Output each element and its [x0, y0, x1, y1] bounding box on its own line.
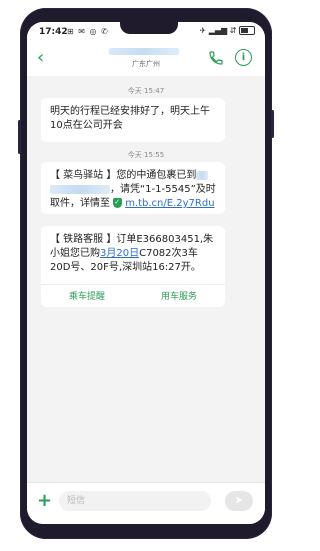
compose-bar: + ➤: [27, 482, 265, 524]
contact-number-blurred: [109, 48, 179, 55]
message-bubble[interactable]: 明天的行程已经安排好了，明天上午10点在公司开会: [41, 98, 225, 142]
signal-icon: ✈ ▂▄▆ ⇵: [199, 26, 237, 35]
camera-notch: [120, 22, 178, 34]
battery-icon: [239, 26, 255, 35]
message-bubble[interactable]: 【 菜鸟驿站 】您的中通包裹已到 ，请凭“1-1-5545”及时取件，详情至 m…: [41, 162, 225, 214]
power-button: [271, 110, 274, 138]
ride-reminder-button[interactable]: 乘车提醒: [41, 289, 133, 302]
redacted-address: [50, 184, 110, 194]
info-icon[interactable]: i: [235, 49, 252, 66]
message-text: 明天的行程已经安排好了，明天上午10点在公司开会: [50, 106, 210, 131]
message-actions: 乘车提醒 用车服务: [41, 284, 225, 307]
screen: 17:42 ⊞ ✉ ◎ ✆ ✈ ▂▄▆ ⇵ ‹ 广东广州 i 今天 15:47 …: [27, 22, 265, 524]
contact-location: 广东广州: [132, 60, 160, 68]
car-service-button[interactable]: 用车服务: [133, 289, 225, 302]
notification-icons: ⊞ ✉ ◎ ✆: [67, 27, 109, 36]
system-icons: ✈ ▂▄▆ ⇵: [199, 26, 255, 35]
conversation-header: ‹ 广东广州 i: [27, 42, 265, 76]
add-attachment-icon[interactable]: +: [37, 491, 52, 511]
date-link[interactable]: 3月20日: [100, 248, 139, 259]
send-icon[interactable]: ➤: [225, 491, 253, 511]
message-bubble[interactable]: 【 铁路客服 】订单E366803451,朱小姐您已购3月20日C7082次3车…: [41, 226, 225, 284]
verified-shield-icon: [113, 195, 123, 209]
redacted-address: [196, 170, 209, 180]
status-time: 17:42: [39, 27, 68, 37]
message-timestamp: 今天 15:55: [127, 151, 165, 159]
tracking-link[interactable]: m.tb.cn/E.2y7Rdu: [125, 198, 214, 209]
message-text-prefix: 【 菜鸟驿站 】您的中通包裹已到: [50, 170, 197, 181]
message-timestamp: 今天 15:47: [127, 87, 165, 95]
phone-icon[interactable]: [208, 50, 224, 66]
volume-button: [18, 120, 21, 154]
message-input[interactable]: [59, 491, 211, 511]
